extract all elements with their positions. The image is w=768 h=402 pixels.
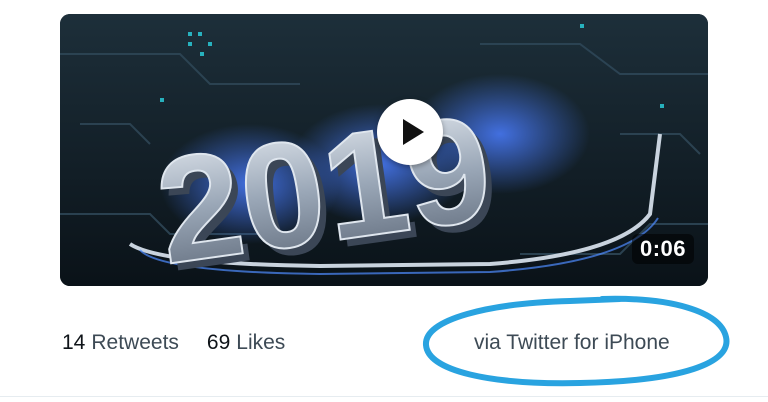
video-thumbnail[interactable]: 2019 2019 0:06	[60, 14, 708, 286]
tweet-source[interactable]: via Twitter for iPhone	[474, 328, 670, 358]
likes-stat[interactable]: 69 Likes	[207, 331, 285, 355]
retweets-count: 14	[62, 331, 86, 354]
play-button[interactable]	[377, 99, 443, 165]
divider	[0, 396, 768, 397]
retweets-stat[interactable]: 14 Retweets	[62, 331, 179, 355]
tweet-stats: 14 Retweets 69 Likes	[62, 328, 285, 358]
likes-label: Likes	[236, 331, 286, 354]
play-icon	[402, 119, 424, 145]
likes-count: 69	[206, 331, 231, 354]
retweets-label: Retweets	[91, 331, 179, 354]
video-duration: 0:06	[631, 234, 694, 264]
